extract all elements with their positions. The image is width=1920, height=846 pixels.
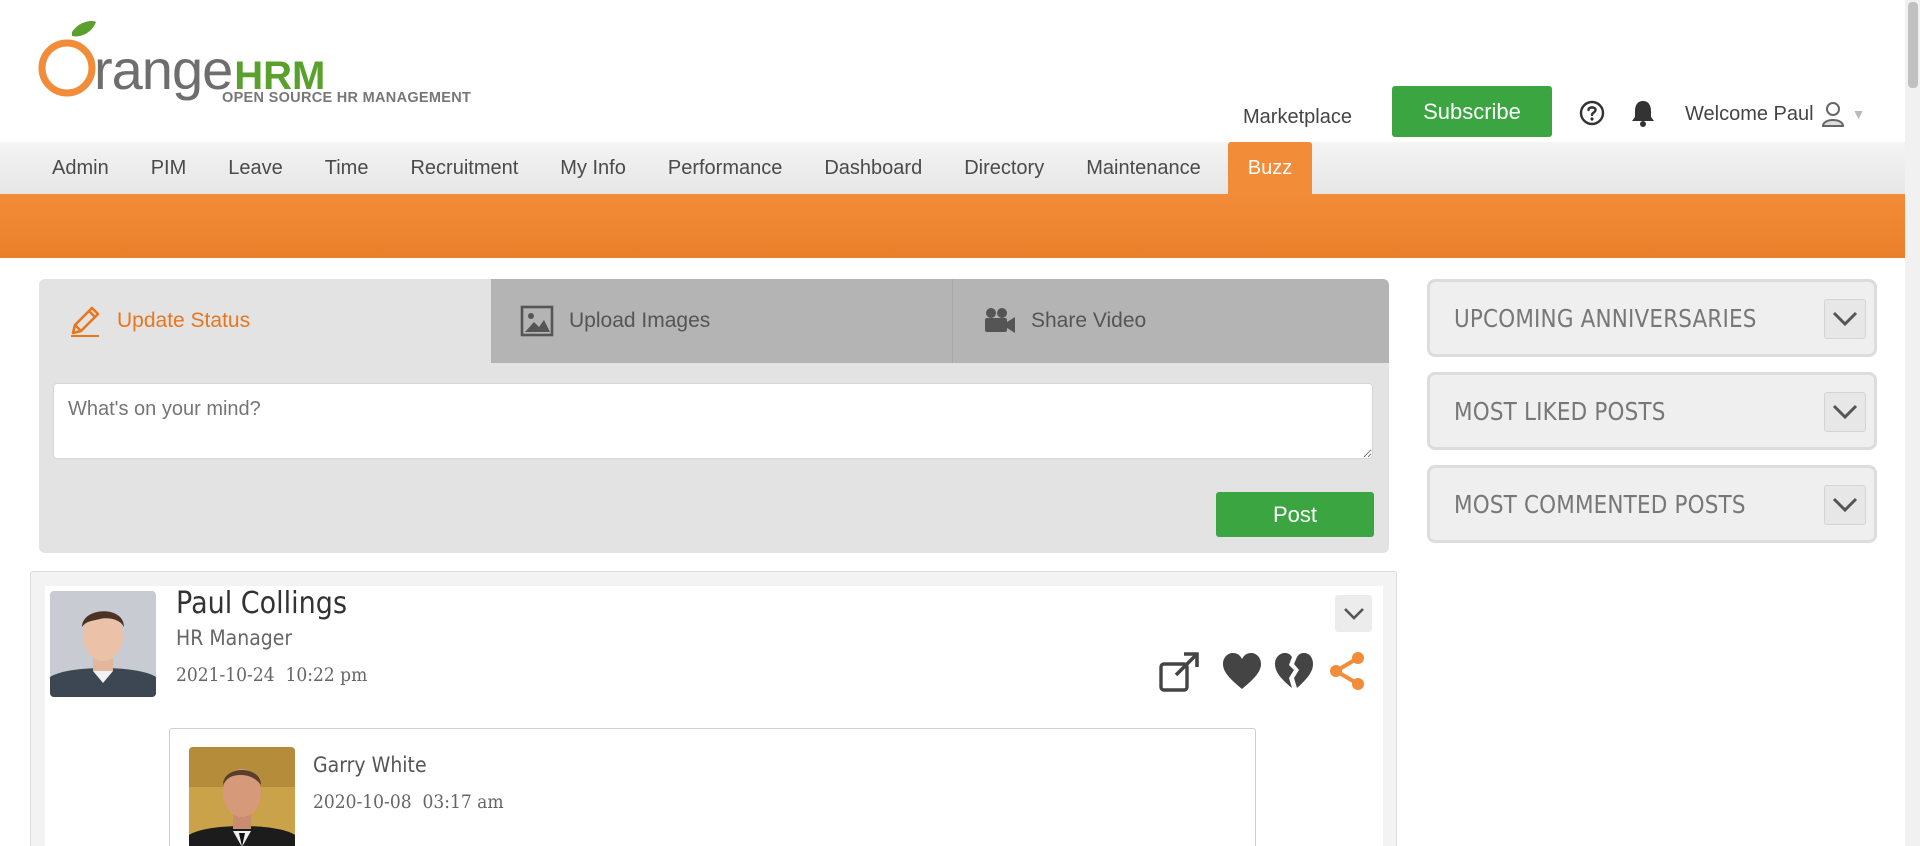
tab-update-status-label: Update Status bbox=[117, 309, 251, 332]
heart-icon[interactable] bbox=[1220, 649, 1264, 693]
avatar[interactable] bbox=[189, 747, 295, 846]
bell-icon[interactable] bbox=[1629, 98, 1657, 128]
status-input[interactable] bbox=[53, 383, 1373, 459]
caret-down-icon: ▼ bbox=[1851, 106, 1866, 122]
avatar-photo bbox=[189, 747, 295, 846]
nav-item-leave[interactable]: Leave bbox=[207, 142, 304, 194]
shared-post: Garry White 2020-10-08 03:17 am bbox=[169, 728, 1256, 846]
post-author-name[interactable]: Paul Collings bbox=[176, 586, 347, 621]
chevron-down-icon bbox=[1832, 404, 1858, 420]
logo-tagline: OPEN SOURCE HR MANAGEMENT bbox=[222, 90, 472, 106]
nav-item-recruitment[interactable]: Recruitment bbox=[389, 142, 539, 194]
logo-text: range bbox=[94, 38, 233, 101]
post-author-role: HR Manager bbox=[176, 626, 293, 650]
widget-title: MOST LIKED POSTS bbox=[1454, 397, 1666, 426]
avatar[interactable] bbox=[50, 591, 156, 697]
tab-share-video[interactable]: Share Video bbox=[953, 279, 1389, 363]
submenu-bar bbox=[0, 194, 1905, 258]
buzz-composer: Update Status Upload Images Share Video bbox=[39, 279, 1389, 553]
subscribe-button[interactable]: Subscribe bbox=[1392, 86, 1552, 137]
upcoming-anniversaries-widget: UPCOMING ANNIVERSARIES bbox=[1427, 279, 1877, 357]
nav-item-pim[interactable]: PIM bbox=[130, 142, 208, 194]
chevron-down-icon bbox=[1832, 497, 1858, 513]
most-commented-posts-widget: MOST COMMENTED POSTS bbox=[1427, 465, 1877, 543]
broken-heart-icon[interactable] bbox=[1272, 649, 1316, 693]
header-actions: Marketplace Subscribe Welcome Paul ▼ bbox=[1243, 86, 1865, 138]
shared-post-date: 2020-10-08 03:17 am bbox=[313, 791, 504, 813]
orangehrm-logo[interactable]: range HRM OPEN SOURCE HR MANAGEMENT bbox=[36, 18, 471, 108]
video-camera-icon bbox=[985, 308, 1015, 333]
marketplace-link[interactable]: Marketplace bbox=[1243, 106, 1352, 129]
tab-update-status[interactable]: Update Status bbox=[39, 279, 491, 363]
page-scrollbar[interactable] bbox=[1905, 0, 1920, 846]
post-options-button[interactable] bbox=[1335, 595, 1372, 632]
welcome-label: Welcome Paul bbox=[1685, 102, 1814, 125]
header: range HRM OPEN SOURCE HR MANAGEMENT Marke… bbox=[0, 0, 1905, 142]
widget-title: MOST COMMENTED POSTS bbox=[1454, 490, 1746, 519]
help-circle-icon[interactable] bbox=[1579, 100, 1605, 126]
nav-item-admin[interactable]: Admin bbox=[0, 142, 130, 194]
post-body: Paul Collings HR Manager 2021-10-24 10:2… bbox=[45, 586, 1383, 846]
user-icon bbox=[1821, 102, 1844, 127]
image-icon bbox=[520, 305, 554, 337]
nav-item-directory[interactable]: Directory bbox=[943, 142, 1065, 194]
widget-toggle-button[interactable] bbox=[1824, 392, 1866, 432]
composer-tabs: Update Status Upload Images Share Video bbox=[39, 279, 1389, 363]
avatar-photo bbox=[50, 591, 156, 697]
tab-upload-images[interactable]: Upload Images bbox=[491, 279, 953, 363]
nav-item-time[interactable]: Time bbox=[304, 142, 390, 194]
shared-post-author-name[interactable]: Garry White bbox=[313, 753, 427, 777]
widget-title: UPCOMING ANNIVERSARIES bbox=[1454, 304, 1757, 333]
nav-item-maintenance[interactable]: Maintenance bbox=[1065, 142, 1222, 194]
nav-item-dashboard[interactable]: Dashboard bbox=[803, 142, 943, 194]
tab-upload-images-label: Upload Images bbox=[569, 309, 711, 332]
scrollbar-thumb[interactable] bbox=[1908, 2, 1918, 88]
widget-toggle-button[interactable] bbox=[1824, 485, 1866, 525]
post-date: 2021-10-24 10:22 pm bbox=[176, 664, 368, 686]
pencil-icon bbox=[71, 306, 100, 337]
post-button[interactable]: Post bbox=[1216, 492, 1374, 537]
main-menu: Admin PIM Leave Time Recruitment My Info… bbox=[0, 142, 1905, 194]
buzz-post: Paul Collings HR Manager 2021-10-24 10:2… bbox=[30, 571, 1397, 846]
chevron-down-icon bbox=[1832, 311, 1858, 327]
tab-share-video-label: Share Video bbox=[1031, 309, 1147, 332]
nav-item-performance[interactable]: Performance bbox=[647, 142, 804, 194]
nav-item-my-info[interactable]: My Info bbox=[539, 142, 647, 194]
chevron-down-icon bbox=[1343, 607, 1364, 620]
share-out-icon[interactable] bbox=[1158, 649, 1202, 693]
welcome-menu[interactable]: Welcome Paul ▼ bbox=[1685, 100, 1865, 128]
most-liked-posts-widget: MOST LIKED POSTS bbox=[1427, 372, 1877, 450]
widget-toggle-button[interactable] bbox=[1824, 299, 1866, 339]
nav-item-buzz[interactable]: Buzz bbox=[1227, 142, 1313, 194]
share-icon[interactable] bbox=[1325, 649, 1369, 693]
